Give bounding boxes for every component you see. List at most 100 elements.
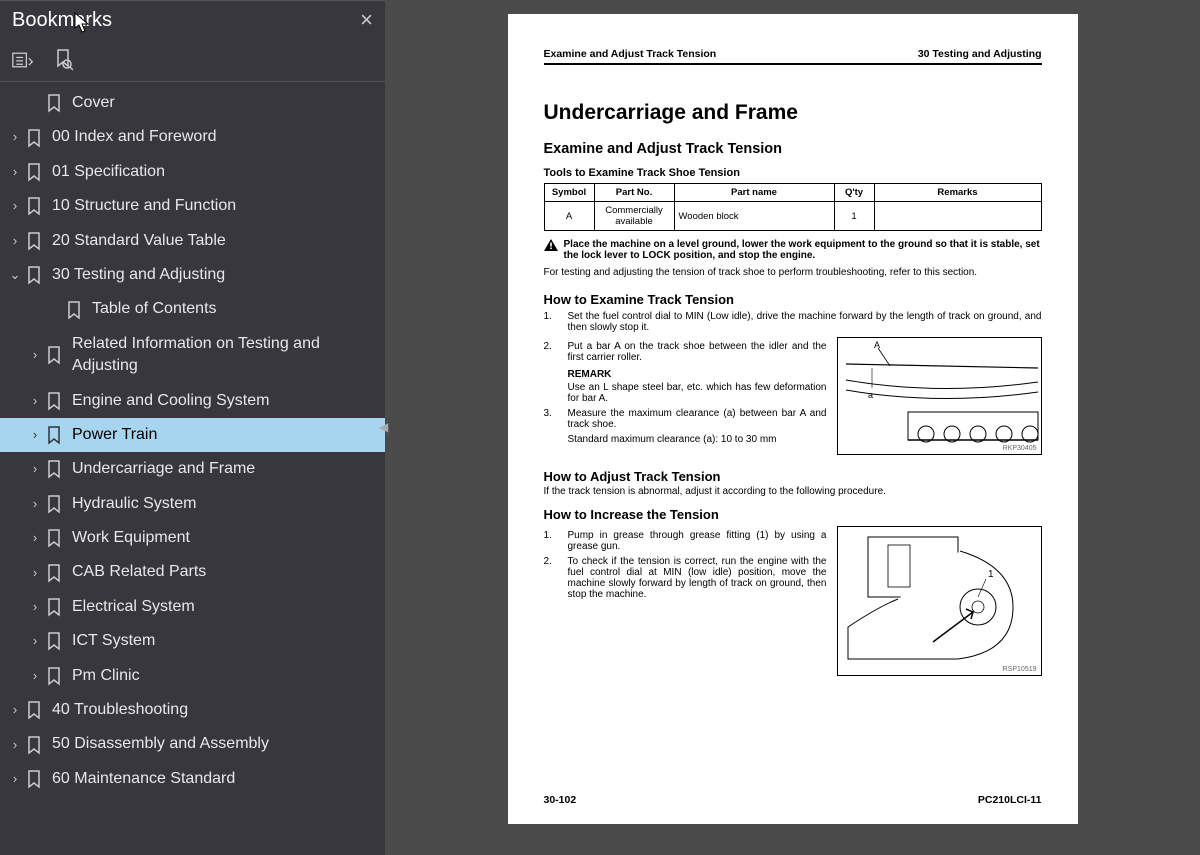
examine-step2: Put a bar A on the track shoe between th… <box>568 341 827 363</box>
chevron-icon[interactable]: › <box>26 495 44 513</box>
chevron-icon[interactable]: › <box>26 392 44 410</box>
bookmark-label: 60 Maintenance Standard <box>52 768 377 790</box>
chevron-icon[interactable]: › <box>6 163 24 181</box>
chevron-icon[interactable]: › <box>26 598 44 616</box>
sidebar-header: Bookmarks × <box>0 1 385 39</box>
adjust-note: If the track tension is abnormal, adjust… <box>544 486 1042 497</box>
figure-id-2: RSP10519 <box>1003 666 1037 673</box>
th-partno: Part No. <box>594 184 674 202</box>
page-footer: 30-102 PC210LCI-11 <box>544 794 1042 806</box>
document-viewport[interactable]: ◀ Examine and Adjust Track Tension 30 Te… <box>385 0 1200 855</box>
bookmark-label: Hydraulic System <box>72 493 377 515</box>
examine-step1: Set the fuel control dial to MIN (Low id… <box>568 311 1042 333</box>
chevron-icon[interactable]: › <box>26 564 44 582</box>
figure-track-tension: A a RKP30405 <box>837 337 1042 455</box>
bookmark-item[interactable]: › Power Train <box>0 418 385 452</box>
bookmark-label: Table of Contents <box>92 298 377 320</box>
bookmark-label: 40 Troubleshooting <box>52 699 377 721</box>
bookmark-item[interactable]: ›Related Information on Testing and Adju… <box>0 327 385 384</box>
find-bookmark-icon[interactable] <box>52 49 74 71</box>
remark-label: REMARK <box>568 369 827 380</box>
bookmark-label: Pm Clinic <box>72 665 377 687</box>
bookmark-label: Electrical System <box>72 596 377 618</box>
footer-right: PC210LCI-11 <box>978 794 1042 806</box>
bookmark-item[interactable]: ›ICT System <box>0 624 385 658</box>
subsection-heading: Tools to Examine Track Shoe Tension <box>544 167 1042 179</box>
bookmarks-toolbar <box>0 39 385 82</box>
warning-row: Place the machine on a level ground, low… <box>544 239 1042 261</box>
bookmark-item[interactable]: ⌄ 30 Testing and Adjusting <box>0 258 385 292</box>
bookmark-label: 00 Index and Foreword <box>52 126 377 148</box>
chevron-icon[interactable]: › <box>26 667 44 685</box>
figure-id: RKP30405 <box>1003 445 1037 452</box>
increase-heading: How to Increase the Tension <box>544 507 1042 522</box>
bookmark-item[interactable]: Table of Contents <box>0 292 385 326</box>
bookmark-item[interactable]: › 40 Troubleshooting <box>0 693 385 727</box>
increase-step2: To check if the tension is correct, run … <box>568 556 827 600</box>
bookmark-item[interactable]: › 50 Disassembly and Assembly <box>0 727 385 761</box>
std-clearance: Standard maximum clearance (a): 10 to 30… <box>568 434 827 445</box>
bookmark-item[interactable]: › Pm Clinic <box>0 659 385 693</box>
note-text: For testing and adjusting the tension of… <box>544 267 1042 278</box>
adjust-heading: How to Adjust Track Tension <box>544 469 1042 484</box>
pdf-page: Examine and Adjust Track Tension 30 Test… <box>508 14 1078 824</box>
th-qty: Q'ty <box>834 184 874 202</box>
td-partno: Commercially available <box>594 202 674 231</box>
td-qty: 1 <box>834 202 874 231</box>
remark-text: Use an L shape steel bar, etc. which has… <box>568 382 827 404</box>
chevron-icon[interactable]: › <box>26 426 44 444</box>
options-icon[interactable] <box>12 49 34 71</box>
bookmark-label: Power Train <box>72 424 377 446</box>
section-heading: Examine and Adjust Track Tension <box>544 141 1042 157</box>
chevron-icon[interactable]: › <box>26 529 44 547</box>
chevron-icon[interactable]: › <box>6 232 24 250</box>
bookmark-item[interactable]: › 10 Structure and Function <box>0 189 385 223</box>
bookmark-item[interactable]: ›20 Standard Value Table <box>0 224 385 258</box>
bookmark-label: Engine and Cooling System <box>72 390 377 412</box>
bookmark-item[interactable]: ›01 Specification <box>0 155 385 189</box>
bookmark-item[interactable]: › Hydraulic System <box>0 487 385 521</box>
chevron-icon[interactable]: › <box>6 128 24 146</box>
close-icon[interactable]: × <box>360 7 373 33</box>
increase-step1: Pump in grease through grease fitting (1… <box>568 530 827 552</box>
running-header: Examine and Adjust Track Tension 30 Test… <box>544 48 1042 65</box>
bookmark-item[interactable]: › CAB Related Parts <box>0 555 385 589</box>
bookmark-item[interactable]: › Engine and Cooling System <box>0 384 385 418</box>
page-title: Undercarriage and Frame <box>544 101 1042 125</box>
chevron-icon[interactable]: ⌄ <box>6 266 24 284</box>
chevron-icon[interactable]: › <box>6 736 24 754</box>
bookmark-label: 10 Structure and Function <box>52 195 377 217</box>
sidebar-title: Bookmarks <box>12 9 112 32</box>
svg-text:1: 1 <box>988 569 994 580</box>
bookmark-item[interactable]: › Undercarriage and Frame <box>0 452 385 486</box>
td-partname: Wooden block <box>674 202 834 231</box>
tools-table: Symbol Part No. Part name Q'ty Remarks A… <box>544 183 1042 231</box>
bookmark-label: Undercarriage and Frame <box>72 458 377 480</box>
chevron-icon[interactable]: › <box>6 701 24 719</box>
bookmark-label: CAB Related Parts <box>72 561 377 583</box>
collapse-sidebar-icon[interactable]: ◀ <box>379 420 391 440</box>
bookmark-item[interactable]: ›Work Equipment <box>0 521 385 555</box>
bookmarks-panel: Bookmarks × Cover›00 Index and Foreword›… <box>0 0 385 855</box>
warning-icon <box>544 239 558 261</box>
examine-heading: How to Examine Track Tension <box>544 292 1042 307</box>
footer-left: 30-102 <box>544 794 577 806</box>
bookmark-item[interactable]: Cover <box>0 86 385 120</box>
bookmark-tree[interactable]: Cover › 00 Index and Foreword ›01 Specifica… <box>0 82 385 855</box>
bookmark-item[interactable]: › Electrical System <box>0 590 385 624</box>
bookmark-label: Cover <box>72 92 377 114</box>
chevron-icon[interactable]: › <box>26 632 44 650</box>
examine-steps: 1.Set the fuel control dial to MIN (Low … <box>544 311 1042 333</box>
td-remarks <box>874 202 1041 231</box>
svg-text:A: A <box>874 340 880 350</box>
chevron-icon[interactable]: › <box>26 460 44 478</box>
bookmark-label: 30 Testing and Adjusting <box>52 264 377 286</box>
warning-text: Place the machine on a level ground, low… <box>564 239 1042 261</box>
bookmark-item[interactable]: › 00 Index and Foreword <box>0 120 385 154</box>
examine-step3: Measure the maximum clearance (a) betwee… <box>568 408 827 430</box>
bookmark-item[interactable]: › 60 Maintenance Standard <box>0 762 385 796</box>
chevron-icon[interactable]: › <box>6 770 24 788</box>
chevron-icon[interactable]: › <box>6 197 24 215</box>
bookmark-label: 50 Disassembly and Assembly <box>52 733 377 755</box>
chevron-icon[interactable]: › <box>26 346 44 364</box>
